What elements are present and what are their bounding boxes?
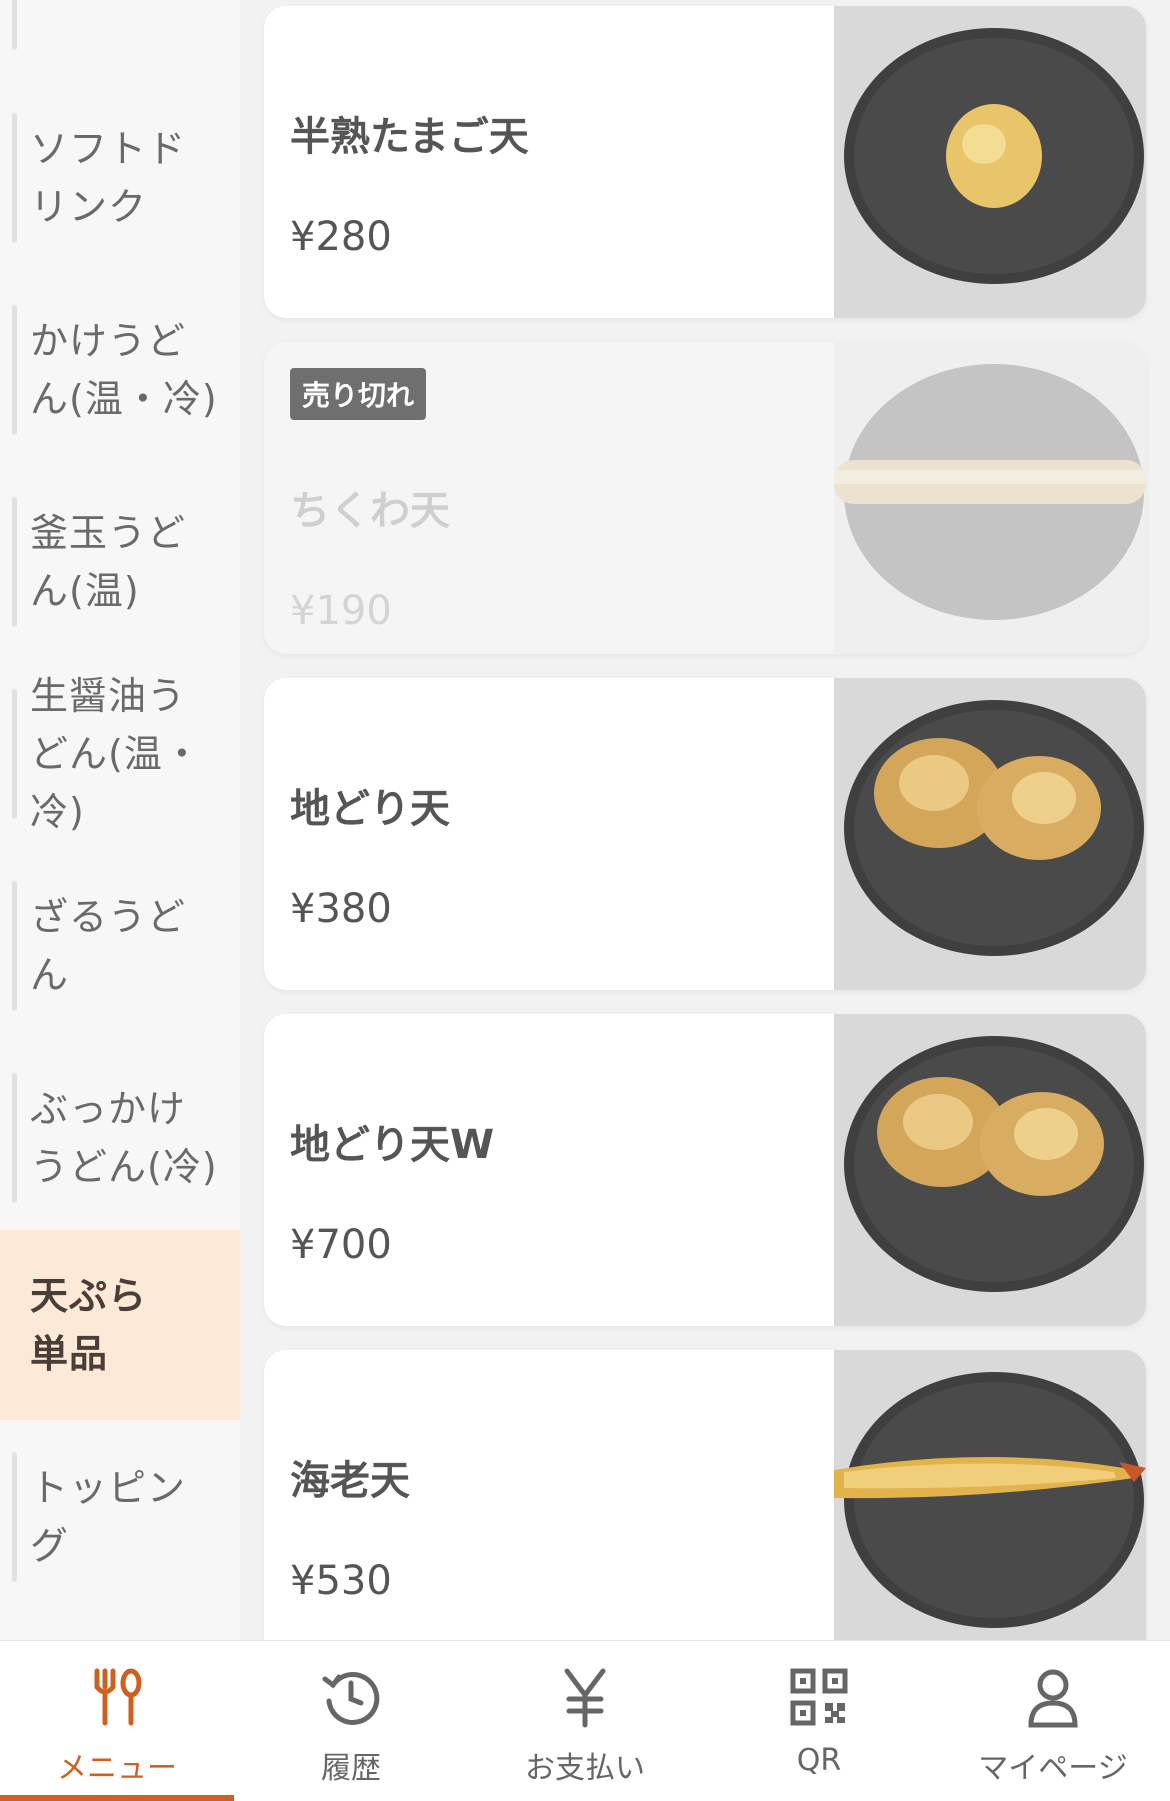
category-label: 生醤油うどん(温・冷) [30,674,202,834]
chicken-tempura-photo [834,1014,1146,1326]
category-divider [12,1073,17,1203]
chikuwa-tempura-photo [834,342,1146,654]
bottom-navigation: メニュー 履歴 お支払い QR マイページ [0,1640,1170,1801]
category-item-kake-udon[interactable]: かけうどん(温・冷) [0,275,240,465]
nav-menu[interactable]: メニュー [0,1641,234,1801]
menu-item-name: ちくわ天 [290,488,450,534]
menu-item-name: 地どり天W [290,1122,495,1168]
category-label: トッピング [30,1466,187,1568]
category-item-bukkake-udon[interactable]: ぶっかけうどん(冷) [0,1043,240,1233]
menu-item-name: 半熟たまご天 [290,114,529,160]
menu-item-card-soldout[interactable]: 売り切れ ちくわ天 ¥190 [264,342,1146,654]
category-label: 釜玉うどん(温) [30,511,187,613]
nav-label: メニュー [57,1751,177,1786]
menu-item-info: 売り切れ ちくわ天 ¥190 [290,342,830,654]
category-divider [12,497,17,627]
person-icon [1028,1669,1078,1728]
category-divider [12,0,17,50]
category-item-soft-drink[interactable]: ソフトドリンク [0,83,240,273]
menu-item-price: ¥530 [290,1558,392,1604]
menu-item-card[interactable]: 地どり天 ¥380 [264,678,1146,990]
category-label: かけうどん(温・冷) [30,319,218,421]
nav-qr[interactable]: QR [702,1641,936,1801]
menu-item-price: ¥700 [290,1222,392,1268]
menu-item-name: 海老天 [290,1458,410,1504]
category-item-kijoyu-udon[interactable]: 生醤油うどん(温・冷) [0,659,240,849]
menu-item-card[interactable]: 地どり天W ¥700 [264,1014,1146,1326]
category-label: 天ぷら 単品 [30,1274,187,1376]
category-label: ぶっかけうどん(冷) [30,1087,218,1189]
menu-item-price: ¥280 [290,214,392,260]
chicken-tempura-photo [834,678,1146,990]
category-item-tempura[interactable]: 天ぷら 単品 [0,1230,240,1420]
menu-item-info: 半熟たまご天 ¥280 [290,6,830,318]
shrimp-tempura-photo [834,1350,1146,1662]
menu-item-price: ¥380 [290,886,392,932]
category-divider [12,881,17,1011]
menu-item-card[interactable]: 半熟たまご天 ¥280 [264,6,1146,318]
category-sidebar: ソフトドリンク かけうどん(温・冷) 釜玉うどん(温) 生醤油うどん(温・冷) … [0,0,240,1640]
category-item-zaru-udon[interactable]: ざるうどん [0,851,240,1041]
active-tab-indicator [0,1795,234,1801]
category-divider [12,305,17,435]
menu-item-info: 地どり天W ¥700 [290,1014,830,1326]
nav-label: お支払い [525,1751,645,1786]
nav-label: 履歴 [321,1751,381,1786]
category-label: ソフトドリンク [30,127,187,229]
menu-item-info: 地どり天 ¥380 [290,678,830,990]
history-icon [322,1671,380,1725]
category-item-topping[interactable]: トッピング [0,1422,240,1612]
fork-spoon-icon [94,1668,142,1726]
category-item-prev[interactable] [0,0,240,80]
menu-item-name: 地どり天 [290,786,450,832]
nav-label: QR [796,1743,842,1778]
category-divider [12,689,17,819]
egg-tempura-photo [834,6,1146,318]
yen-icon [564,1668,606,1728]
nav-mypage[interactable]: マイページ [936,1641,1170,1801]
category-item-kamatama-udon[interactable]: 釜玉うどん(温) [0,467,240,657]
sold-out-badge: 売り切れ [290,368,427,420]
menu-item-price: ¥190 [290,588,392,634]
nav-history[interactable]: 履歴 [234,1641,468,1801]
menu-item-info: 海老天 ¥530 [290,1350,830,1662]
category-divider [12,1452,17,1582]
nav-payment[interactable]: お支払い [468,1641,702,1801]
category-label: ざるうどん [30,895,187,997]
nav-label: マイページ [978,1751,1128,1786]
category-divider [12,113,17,243]
qr-code-icon [790,1668,848,1726]
menu-item-card[interactable]: 海老天 ¥530 [264,1350,1146,1662]
